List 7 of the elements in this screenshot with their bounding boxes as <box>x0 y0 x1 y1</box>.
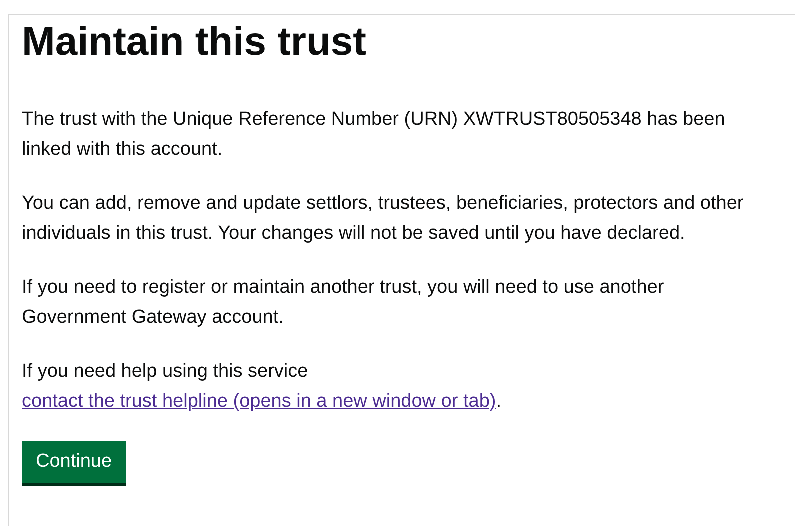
help-paragraph: If you need help using this service contact the trust helpline (opens in a new window or tab). <box>22 360 502 414</box>
page-heading: Maintain this trust <box>22 19 368 65</box>
body-paragraph: If you need to register or maintain another trust, you will need to use another Government Gateway account. <box>22 276 666 330</box>
body-paragraph: You can add, remove and update settlors, trustees, beneficiaries, protectors and other individuals in this trust. Your changes will not be saved until you have declared. <box>22 192 745 246</box>
continue-button[interactable]: Continue <box>22 441 126 483</box>
helpline-link[interactable]: contact the trust helpline (opens in a new window or tab) <box>22 391 496 412</box>
body-paragraph: The trust with the Unique Reference Number (URN) XWTRUST80505348 has been linked with this account. <box>22 108 726 162</box>
